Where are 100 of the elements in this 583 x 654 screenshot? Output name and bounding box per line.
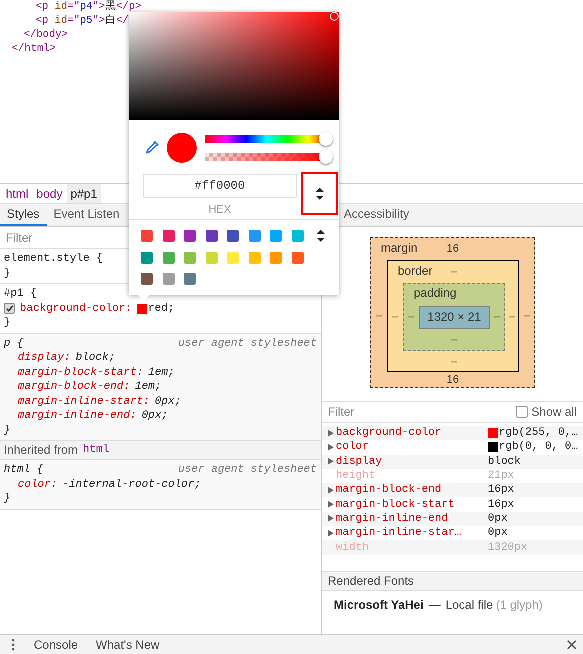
font-source: Local file — [446, 598, 494, 612]
drawer-tab[interactable]: Console — [25, 638, 88, 652]
eyedropper-icon[interactable] — [145, 141, 159, 155]
tab[interactable]: Styles — [0, 204, 47, 226]
checkbox-label: Show all — [532, 405, 577, 419]
computed-row[interactable]: margin-block-end 16px — [322, 483, 583, 498]
palette-swatch[interactable] — [206, 230, 218, 242]
box-value: – — [451, 334, 458, 346]
palette-swatch[interactable] — [184, 230, 196, 242]
box-value: 16 — [446, 374, 460, 386]
palette-swatch[interactable] — [248, 252, 260, 264]
font-name: Microsoft YaHei — [334, 598, 424, 612]
up-down-arrows-icon[interactable] — [317, 230, 325, 242]
selector: p { — [4, 336, 24, 351]
palette-swatch[interactable] — [292, 252, 304, 264]
property-name: margin-block-start: — [18, 366, 144, 380]
color-spectrum[interactable] — [129, 12, 339, 120]
spectrum-handle[interactable] — [330, 12, 339, 21]
palette-swatch[interactable] — [227, 230, 239, 242]
color-swatch[interactable] — [137, 304, 148, 314]
property-value: rgb(255, 0,… — [499, 427, 578, 440]
box-value: – — [494, 311, 501, 323]
property-checkbox[interactable] — [4, 303, 15, 314]
property-name: display: — [18, 351, 71, 366]
box-value: – — [450, 266, 458, 278]
property-name: color — [336, 441, 370, 454]
breadcrumb[interactable]: body — [32, 184, 67, 203]
hex-field[interactable]: #ff0000 — [143, 174, 297, 198]
property-value: 1320px — [488, 542, 528, 554]
palette-swatch[interactable] — [292, 230, 304, 242]
checkbox[interactable] — [516, 406, 528, 418]
property-name: margin-inline-start: — [18, 394, 150, 409]
property-value: 16px — [488, 498, 514, 511]
element-link[interactable]: html — [83, 444, 110, 456]
selector: #p1 { — [4, 287, 38, 302]
breadcrumb[interactable]: html — [2, 184, 33, 203]
palette-swatch[interactable] — [270, 230, 282, 242]
filter-field[interactable]: Filter — [6, 230, 116, 244]
slider-thumb[interactable] — [319, 150, 333, 164]
property-value: 1em; — [148, 366, 175, 380]
filter-field[interactable]: Filter — [328, 405, 438, 419]
palette-swatch[interactable] — [141, 273, 153, 285]
box-value: – — [376, 310, 382, 322]
box-value: – — [524, 310, 530, 322]
tab[interactable]: Accessibility — [337, 204, 416, 226]
palette-swatch[interactable] — [184, 273, 196, 285]
property-value: 0px — [488, 527, 508, 540]
content-size: 1320 × 21 — [419, 306, 490, 328]
property-name: margin-inline-end — [336, 512, 448, 525]
palette-swatch[interactable] — [162, 273, 174, 285]
breadcrumb[interactable]: p#p1 — [66, 184, 102, 203]
palette-swatch[interactable] — [162, 252, 174, 264]
property-value: 0px — [488, 512, 508, 525]
property-name: margin-block-end: — [18, 380, 130, 394]
palette-swatch[interactable] — [270, 252, 282, 264]
selector: element.style { — [4, 252, 104, 266]
box-value: – — [392, 311, 399, 323]
closing-brace: } — [4, 317, 11, 329]
palette-swatch[interactable] — [248, 230, 260, 242]
dash: — — [428, 598, 441, 612]
box-label: border — [398, 265, 433, 278]
box-value: – — [509, 311, 516, 323]
palette-swatch[interactable] — [227, 252, 239, 264]
property-name: color: — [18, 478, 58, 492]
property-value: 16px — [488, 484, 514, 496]
close-icon[interactable] — [567, 640, 577, 650]
code-line: <p id="p4">黑</p> — [36, 0, 142, 14]
hue-slider[interactable] — [205, 132, 333, 146]
palette-swatch[interactable] — [162, 230, 174, 242]
palette-swatch[interactable] — [206, 252, 218, 264]
property-value: rgb(0, 0, 0… — [499, 441, 578, 454]
property-value: 1em; — [135, 380, 162, 394]
format-toggle-button[interactable] — [301, 172, 338, 215]
property-value: block; — [76, 351, 116, 366]
more-menu-icon[interactable] — [12, 638, 15, 650]
computed-row[interactable]: margin-inline-star… 0px — [322, 526, 583, 540]
computed-row[interactable]: display block — [322, 454, 583, 469]
property-name: background-color — [336, 427, 442, 440]
property-name: margin-inline-star… — [336, 527, 462, 540]
property-value: 21px — [488, 470, 514, 482]
box-label: margin — [381, 242, 418, 255]
property-name: width — [336, 542, 370, 554]
computed-row[interactable]: margin-inline-end 0px — [322, 512, 583, 526]
property-name: margin-block-start — [336, 498, 455, 511]
property-value: red; — [148, 302, 175, 316]
up-down-arrows-icon — [316, 188, 324, 200]
drawer-tab[interactable]: What's New — [87, 638, 169, 652]
section-header: Rendered Fonts — [322, 572, 583, 591]
property-name: display — [336, 456, 382, 468]
box-value: 16 — [446, 243, 460, 255]
slider-thumb[interactable] — [319, 132, 333, 146]
alpha-slider[interactable] — [205, 150, 333, 164]
inherited-label: Inherited from — [4, 443, 78, 457]
palette-swatch[interactable] — [141, 252, 153, 264]
code-line: <p id="p5">白</ — [36, 14, 129, 28]
palette-swatch[interactable] — [141, 230, 153, 242]
tab[interactable]: Event Listen — [46, 204, 127, 226]
computed-row[interactable]: background-color rgb(255, 0,… — [322, 426, 583, 440]
palette-swatch[interactable] — [184, 252, 196, 264]
box-value: – — [408, 311, 415, 323]
